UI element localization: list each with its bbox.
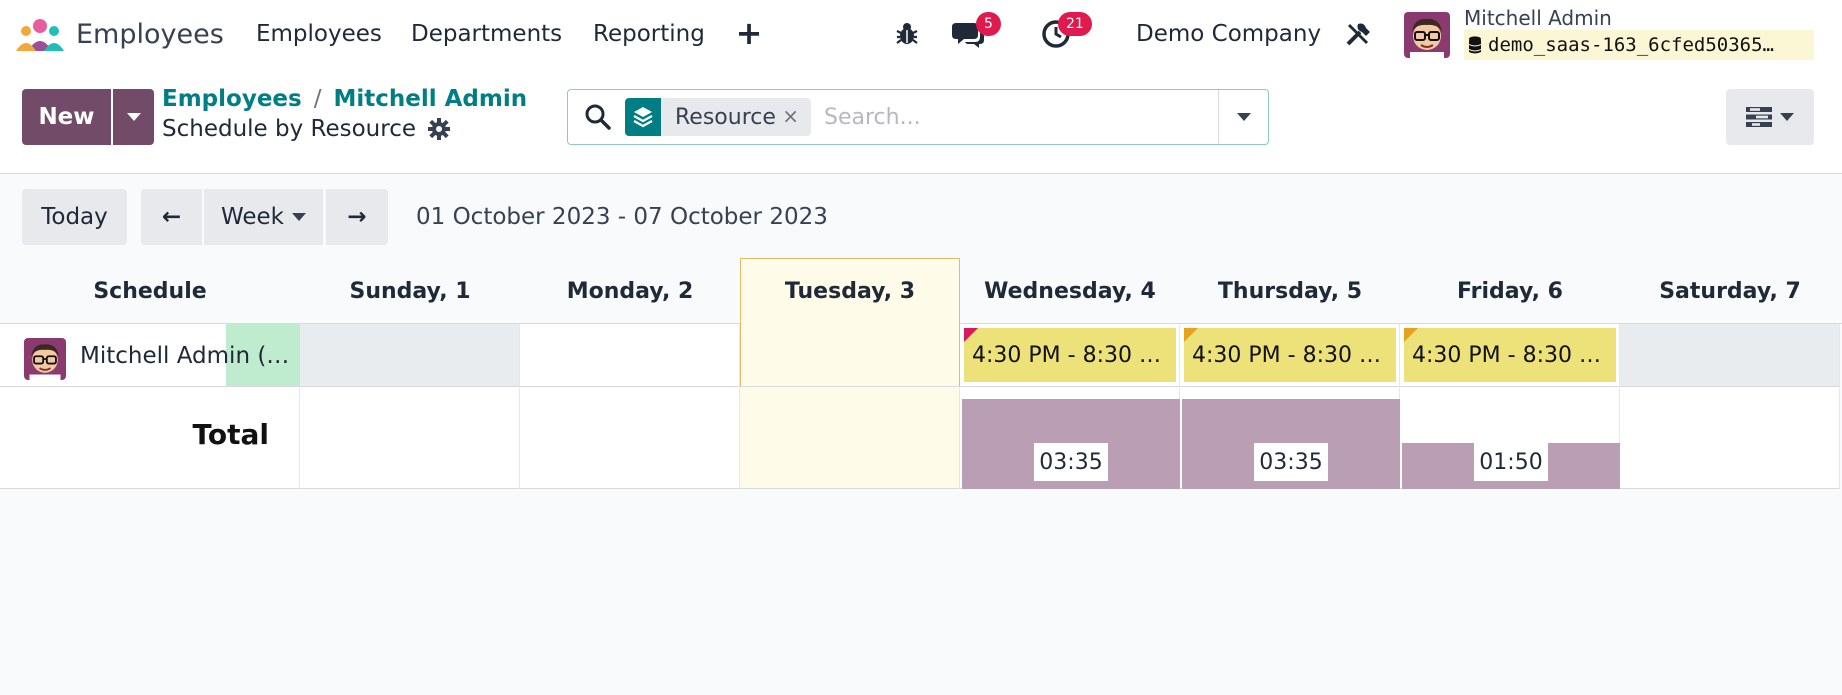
top-navbar: Employees Employees Departments Reportin… xyxy=(0,0,1842,70)
breadcrumb: Employees / Mitchell Admin xyxy=(162,86,527,112)
breadcrumb-employees[interactable]: Employees xyxy=(162,86,302,112)
database-icon xyxy=(1468,36,1482,54)
layers-group-icon xyxy=(625,98,661,136)
total-day-cell xyxy=(740,388,960,489)
today-button[interactable]: Today xyxy=(22,189,127,245)
user-name[interactable]: Mitchell Admin xyxy=(1464,6,1612,30)
facet-remove-icon[interactable]: × xyxy=(782,104,799,128)
page-title-text: Schedule by Resource xyxy=(162,116,416,142)
scale-label: Week xyxy=(220,204,284,230)
caret-down-icon xyxy=(1237,113,1251,121)
total-row-header: Total xyxy=(0,388,300,489)
total-day-cell xyxy=(300,388,520,489)
day-header: Tuesday, 3 xyxy=(784,278,916,304)
caret-down-icon xyxy=(292,213,306,221)
total-hours-label: 03:35 xyxy=(1254,443,1328,481)
page-title: Schedule by Resource xyxy=(162,116,450,142)
messages-count-badge: 5 xyxy=(976,12,1001,36)
date-range: 01 October 2023 - 07 October 2023 xyxy=(416,204,828,230)
next-period-button[interactable]: → xyxy=(326,189,388,245)
day-header: Friday, 6 xyxy=(1457,278,1563,304)
breadcrumb-separator: / xyxy=(313,86,322,112)
row-header-title: Schedule xyxy=(93,278,207,304)
shift-pill[interactable]: 4:30 PM - 8:30 … xyxy=(1184,328,1396,382)
plus-icon[interactable]: + xyxy=(736,14,763,52)
resource-day-cell[interactable] xyxy=(1620,324,1840,387)
resource-name: Mitchell Admin (… xyxy=(80,343,290,369)
settings-tools-icon[interactable] xyxy=(1338,14,1378,54)
company-switcher[interactable]: Demo Company xyxy=(1136,14,1321,54)
search-icon[interactable] xyxy=(584,103,612,131)
employees-app-icon[interactable] xyxy=(16,17,64,53)
day-header: Sunday, 1 xyxy=(349,278,471,304)
total-day-cell xyxy=(520,388,740,489)
resource-row-header[interactable]: Mitchell Admin (… xyxy=(0,324,300,387)
previous-period-button[interactable]: ← xyxy=(141,189,202,245)
debug-bug-icon[interactable] xyxy=(887,14,927,54)
database-name-text: demo_saas-163_6cfed50365… xyxy=(1488,34,1774,56)
activities-count-badge: 21 xyxy=(1058,12,1092,36)
database-name: demo_saas-163_6cfed50365… xyxy=(1464,30,1814,60)
day-header: Thursday, 5 xyxy=(1217,278,1363,304)
scale-dropdown[interactable]: Week xyxy=(204,189,323,245)
search-input[interactable] xyxy=(824,98,1264,136)
caret-down-icon xyxy=(126,113,141,121)
day-header: Wednesday, 4 xyxy=(984,278,1156,304)
app-name[interactable]: Employees xyxy=(76,14,224,54)
menu-reporting[interactable]: Reporting xyxy=(593,14,705,54)
gear-icon[interactable] xyxy=(428,118,450,140)
search-options-toggle[interactable] xyxy=(1218,90,1269,144)
user-avatar[interactable] xyxy=(1404,12,1450,58)
facet-label: Resource xyxy=(675,104,776,130)
search-facet-resource: Resource × xyxy=(661,98,811,136)
view-switcher-button[interactable] xyxy=(1726,89,1814,145)
breadcrumb-mitchell-admin[interactable]: Mitchell Admin xyxy=(333,86,527,112)
shift-pill[interactable]: 4:30 PM - 8:30 … xyxy=(964,328,1176,382)
total-day-cell xyxy=(1620,388,1840,489)
shift-pill[interactable]: 4:30 PM - 8:30 … xyxy=(1404,328,1616,382)
new-button[interactable]: New xyxy=(22,89,111,145)
resource-day-cell[interactable] xyxy=(740,324,960,387)
total-hours-label: 01:50 xyxy=(1474,443,1548,481)
resource-day-cell[interactable] xyxy=(300,324,520,387)
resource-day-cell[interactable] xyxy=(520,324,740,387)
resource-avatar xyxy=(24,338,66,380)
caret-down-icon xyxy=(1780,113,1794,121)
gantt-view-icon xyxy=(1746,107,1772,127)
day-header: Saturday, 7 xyxy=(1659,278,1801,304)
total-hours-label: 03:35 xyxy=(1034,443,1108,481)
menu-departments[interactable]: Departments xyxy=(411,14,562,54)
day-header: Monday, 2 xyxy=(566,278,694,304)
total-label: Total xyxy=(192,418,270,451)
new-dropdown-toggle[interactable] xyxy=(113,89,154,145)
control-panel: New Employees / Mitchell Admin Schedule … xyxy=(0,70,1842,174)
search-bar: Resource × xyxy=(567,89,1269,145)
menu-employees[interactable]: Employees xyxy=(256,14,382,54)
